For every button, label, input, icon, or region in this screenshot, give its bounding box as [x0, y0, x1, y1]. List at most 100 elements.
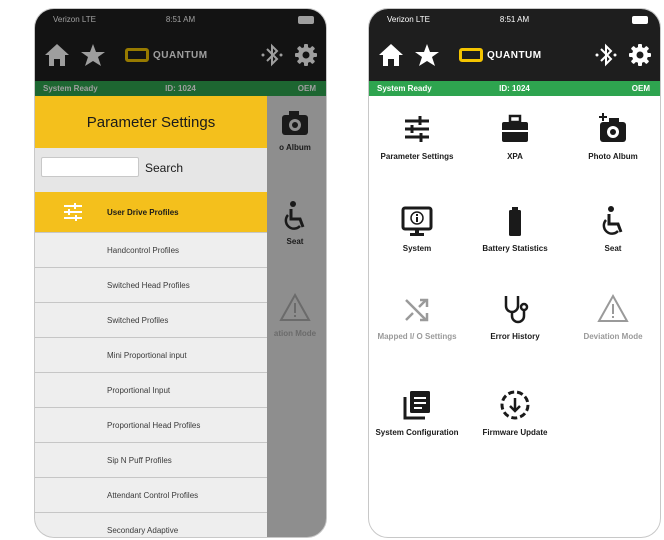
tile-label: Photo Album: [588, 152, 638, 161]
search-input[interactable]: [41, 157, 139, 177]
phone-right-screen: Verizon LTE 8:51 AM QUANTUM System Ready…: [368, 8, 661, 538]
parameter-settings-drawer: Parameter Settings Search User Drive Pro…: [35, 96, 267, 537]
warning-icon: [279, 292, 311, 321]
documents-icon: [403, 391, 430, 420]
search-row: Search: [35, 148, 267, 192]
menu-item-label: Mini Proportional input: [107, 351, 187, 360]
wheelchair-icon: [602, 206, 623, 235]
system-mode: OEM: [631, 84, 650, 93]
status-bar: Verizon LTE 8:51 AM: [369, 9, 660, 31]
quantum-logo: QUANTUM: [459, 48, 542, 62]
tile-xpa[interactable]: XPA: [467, 112, 563, 162]
info-monitor-icon: [401, 206, 433, 236]
status-bar: Verizon LTE 8:51 AM: [35, 9, 326, 31]
camera-icon: [599, 113, 626, 142]
tile-seat[interactable]: Seat: [565, 204, 660, 254]
menu-item-label: Switched Profiles: [107, 316, 169, 325]
battery-icon: [632, 16, 648, 24]
drawer-header: Parameter Settings: [35, 96, 267, 148]
tile-system-configuration[interactable]: System Configuration: [369, 388, 465, 438]
menu-item-label: Switched Head Profiles: [107, 281, 190, 290]
battery-icon: [298, 16, 314, 24]
tile-label: Parameter Settings: [380, 152, 454, 161]
bg-tile-deviation-mode-label: ation Mode: [273, 329, 317, 338]
menu-item-label: Attendant Control Profiles: [107, 491, 199, 500]
bg-tile-photo-album: o Album: [265, 105, 325, 152]
sliders-icon: [64, 203, 82, 221]
tile-label: Firmware Update: [482, 428, 548, 437]
wheelchair-icon: [284, 201, 305, 230]
clock: 8:51 AM: [499, 15, 530, 24]
system-id: ID: 1024: [499, 84, 530, 93]
logo-mark: [459, 48, 483, 62]
tile-parameter-settings[interactable]: Parameter Settings: [369, 112, 465, 162]
shuffle-icon: [405, 298, 429, 322]
stethoscope-icon: [504, 296, 529, 324]
bg-tile-deviation-mode: ation Mode: [265, 291, 325, 338]
gear-icon[interactable]: [292, 41, 320, 69]
warning-icon: [597, 293, 629, 322]
tile-firmware-update[interactable]: Firmware Update: [467, 388, 563, 438]
tile-system[interactable]: System: [369, 204, 465, 254]
tile-photo-album[interactable]: Photo Album: [565, 112, 660, 162]
bg-tile-seat: Seat: [265, 199, 325, 246]
menu-item-label: Proportional Head Profiles: [107, 421, 201, 430]
tile-label: Mapped I/ O Settings: [377, 332, 457, 341]
system-status-bar: System Ready ID: 1024 OEM: [35, 81, 326, 96]
toolbox-icon: [502, 114, 528, 142]
menu-item-label: Secondary Adaptive: [107, 526, 179, 535]
menu-item-proportional-input[interactable]: Proportional Input: [35, 372, 267, 407]
menu-item-proportional-head-profiles[interactable]: Proportional Head Profiles: [35, 407, 267, 442]
tile-label: Deviation Mode: [583, 332, 643, 341]
tile-label: System Configuration: [375, 428, 459, 437]
phone-left-screen: Verizon LTE 8:51 AM QUANTUM System Ready…: [34, 8, 327, 538]
tile-label: XPA: [507, 152, 523, 161]
bluetooth-icon[interactable]: [258, 41, 286, 69]
menu-item-switched-head-profiles[interactable]: Switched Head Profiles: [35, 267, 267, 302]
system-status-bar: System Ready ID: 1024 OEM: [369, 81, 660, 96]
bluetooth-icon[interactable]: [592, 41, 620, 69]
menu-item-attendant-control-profiles[interactable]: Attendant Control Profiles: [35, 477, 267, 512]
tile-mapped-io-settings[interactable]: Mapped I/ O Settings: [369, 292, 465, 342]
tile-label: Error History: [490, 332, 540, 341]
home-icon[interactable]: [43, 41, 71, 69]
menu-item-label: Sip N Puff Profiles: [107, 456, 172, 465]
clock: 8:51 AM: [165, 15, 196, 24]
bg-tile-seat-label: Seat: [286, 237, 304, 246]
logo-text: QUANTUM: [487, 49, 542, 61]
menu-item-label: Proportional Input: [107, 386, 171, 395]
battery-icon: [509, 207, 521, 236]
menu-item-handcontrol-profiles[interactable]: Handcontrol Profiles: [35, 232, 267, 267]
download-cycle-icon: [500, 390, 530, 420]
menu-item-label: Handcontrol Profiles: [107, 246, 180, 255]
star-icon[interactable]: [79, 41, 107, 69]
logo-text: QUANTUM: [153, 49, 208, 61]
sliders-icon: [405, 116, 429, 142]
menu-item-sip-n-puff-profiles[interactable]: Sip N Puff Profiles: [35, 442, 267, 477]
search-label[interactable]: Search: [145, 161, 183, 175]
menu-item-secondary-adaptive[interactable]: Secondary Adaptive: [35, 512, 267, 537]
app-bar: QUANTUM: [35, 31, 326, 81]
camera-icon: [282, 111, 308, 135]
tile-battery-statistics[interactable]: Battery Statistics: [467, 204, 563, 254]
tile-label: Battery Statistics: [482, 244, 548, 253]
menu-item-label: User Drive Profiles: [107, 208, 179, 217]
tile-label: System: [402, 244, 432, 253]
system-mode: OEM: [297, 84, 316, 93]
home-icon[interactable]: [377, 41, 405, 69]
menu-item-user-drive-profiles[interactable]: User Drive Profiles: [35, 192, 267, 232]
tile-label: Seat: [604, 244, 622, 253]
gear-icon[interactable]: [626, 41, 654, 69]
tile-error-history[interactable]: Error History: [467, 292, 563, 342]
tile-deviation-mode[interactable]: Deviation Mode: [565, 292, 660, 342]
app-bar: QUANTUM: [369, 31, 660, 81]
drawer-title: Parameter Settings: [86, 113, 216, 131]
logo-mark: [125, 48, 149, 62]
menu-item-mini-proportional-input[interactable]: Mini Proportional input: [35, 337, 267, 372]
profile-menu: User Drive Profiles Handcontrol Profiles…: [35, 192, 267, 537]
system-id: ID: 1024: [165, 84, 196, 93]
star-icon[interactable]: [413, 41, 441, 69]
quantum-logo: QUANTUM: [125, 48, 208, 62]
menu-item-switched-profiles[interactable]: Switched Profiles: [35, 302, 267, 337]
bg-tile-photo-album-label: o Album: [279, 143, 311, 152]
